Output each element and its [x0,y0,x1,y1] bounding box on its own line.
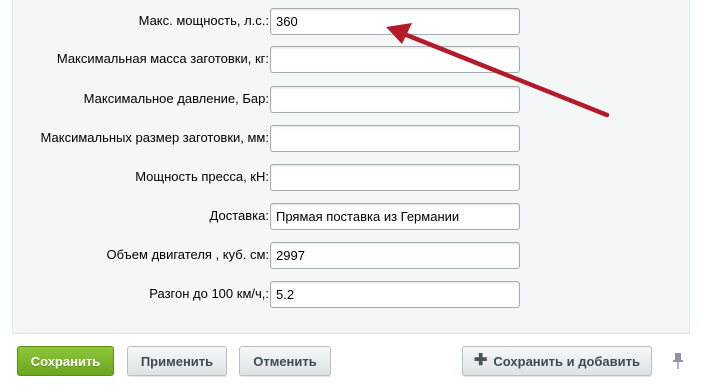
max-size-input[interactable] [270,125,520,152]
field-row-delivery: Доставка: [13,203,689,230]
max-pressure-input[interactable] [270,86,520,113]
apply-button-label: Применить [140,353,214,369]
save-and-add-button-label: Сохранить и добавить [493,353,641,369]
press-power-input[interactable] [270,164,520,191]
save-and-add-button[interactable]: ✚ Сохранить и добавить [462,346,652,376]
pin-icon[interactable] [671,352,685,370]
save-button-label: Сохранить [30,353,101,369]
form-panel: Макс. мощность, л.с.: Максимальная масса… [12,0,690,334]
field-row-acceleration: Разгон до 100 км/ч,: [13,281,689,308]
max-power-label: Макс. мощность, л.с.: [138,13,269,28]
field-row-max-pressure: Максимальное давление, Бар: [13,86,689,113]
save-button[interactable]: Сохранить [17,346,114,376]
max-mass-label: Максимальная масса заготовки, кг: [56,51,269,66]
max-size-label: Максимальных размер заготовки, мм: [40,130,269,145]
apply-button[interactable]: Применить [127,346,227,376]
acceleration-input[interactable] [270,281,520,308]
form-footer: Сохранить Применить Отменить ✚ Сохранить… [0,334,705,389]
max-power-input[interactable] [270,8,520,35]
engine-volume-label: Объем двигателя , куб. см: [106,247,269,262]
acceleration-label: Разгон до 100 км/ч,: [149,286,269,301]
delivery-input[interactable] [270,203,520,230]
field-row-engine-volume: Объем двигателя , куб. см: [13,242,689,269]
max-mass-input[interactable] [270,46,520,73]
plus-icon: ✚ [473,352,488,369]
field-row-max-power: Макс. мощность, л.с.: [13,8,689,35]
field-row-max-mass: Максимальная масса заготовки, кг: [13,46,689,73]
engine-volume-input[interactable] [270,242,520,269]
press-power-label: Мощность пресса, кН: [135,169,269,184]
cancel-button[interactable]: Отменить [239,346,331,376]
delivery-label: Доставка: [209,208,269,223]
max-pressure-label: Максимальное давление, Бар: [83,91,269,106]
field-row-press-power: Мощность пресса, кН: [13,164,689,191]
cancel-button-label: Отменить [253,353,317,369]
field-row-max-size: Максимальных размер заготовки, мм: [13,125,689,152]
